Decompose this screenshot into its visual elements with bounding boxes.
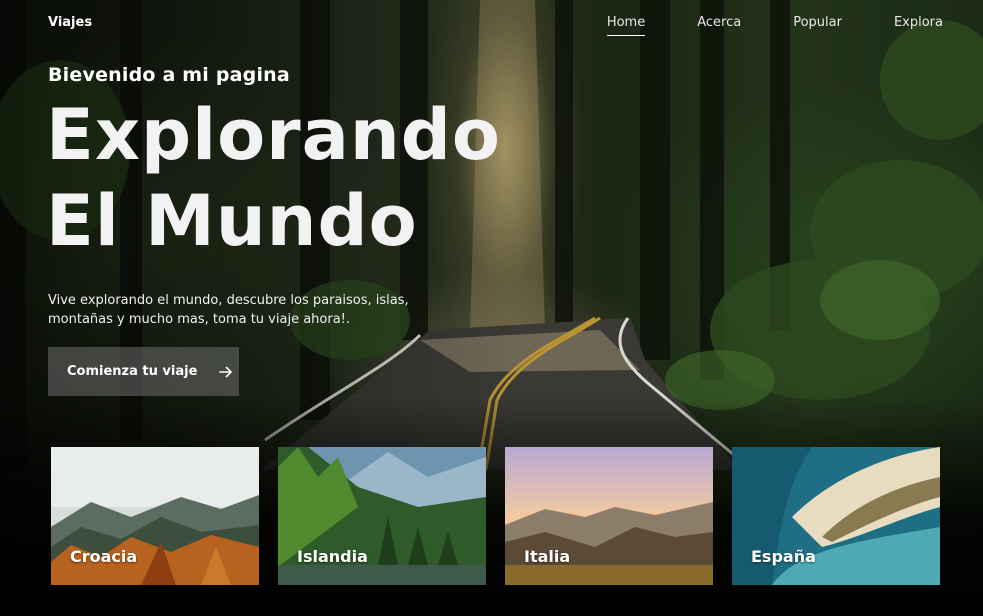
brand-logo[interactable]: Viajes bbox=[48, 15, 92, 30]
destination-name: Italia bbox=[524, 547, 571, 566]
nav-acerca[interactable]: Acerca bbox=[697, 15, 741, 30]
hero-subtitle: Bievenido a mi pagina bbox=[48, 64, 290, 86]
destination-card-italia[interactable]: Italia bbox=[505, 447, 713, 585]
hero-title-line2: El Mundo bbox=[46, 180, 418, 262]
destination-cards: Croacia Islandia Italia España bbox=[51, 447, 940, 585]
destination-card-croacia[interactable]: Croacia bbox=[51, 447, 259, 585]
start-trip-button[interactable]: Comienza tu viaje bbox=[48, 347, 239, 396]
hero-title: Explorando El Mundo bbox=[46, 92, 501, 264]
destination-name: España bbox=[751, 547, 816, 566]
nav-popular[interactable]: Popular bbox=[793, 15, 842, 30]
nav-explora[interactable]: Explora bbox=[894, 15, 943, 30]
start-trip-label: Comienza tu viaje bbox=[67, 364, 198, 379]
arrow-right-icon bbox=[219, 366, 233, 377]
nav-home[interactable]: Home bbox=[606, 15, 646, 36]
destination-card-islandia[interactable]: Islandia bbox=[278, 447, 486, 585]
hero-title-line1: Explorando bbox=[46, 94, 501, 176]
hero-description: Vive explorando el mundo, descubre los p… bbox=[48, 293, 409, 327]
destination-card-espana[interactable]: España bbox=[732, 447, 940, 585]
main-nav: Home Acerca Popular Explora bbox=[606, 15, 943, 36]
destination-name: Islandia bbox=[297, 547, 368, 566]
destination-name: Croacia bbox=[70, 547, 138, 566]
